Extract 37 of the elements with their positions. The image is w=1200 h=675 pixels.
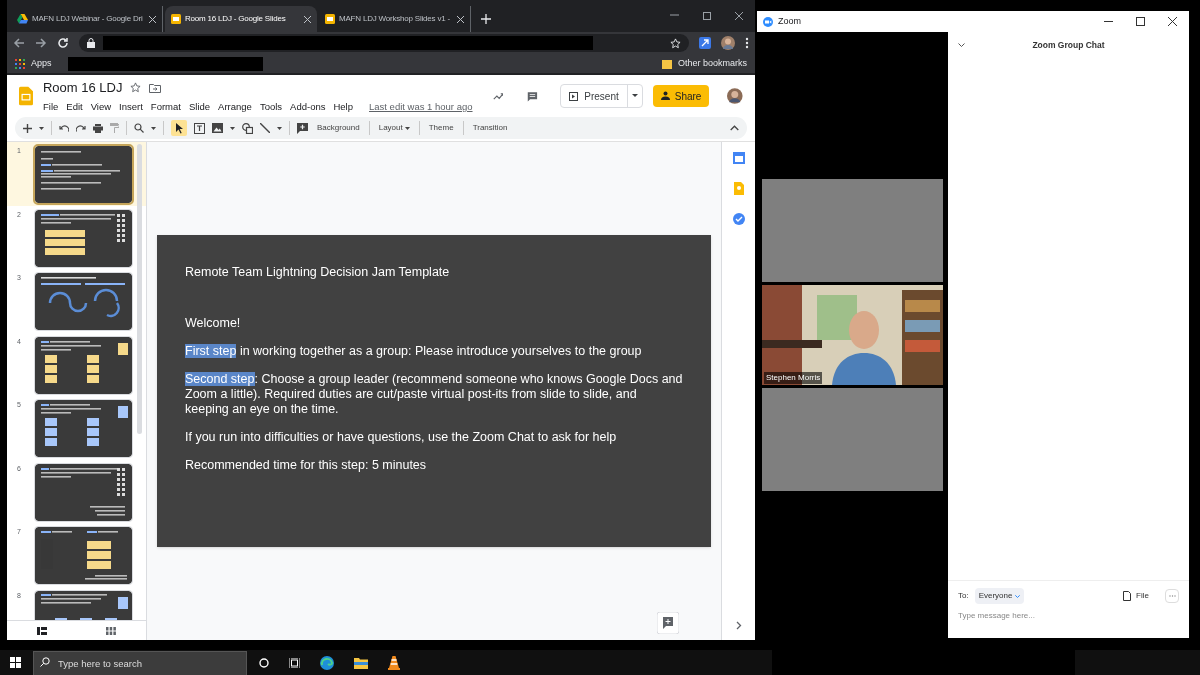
slide-paragraph: Recommended time for this step: 5 minutes: [185, 458, 428, 473]
other-bookmarks-link[interactable]: Other bookmarks: [677, 56, 747, 71]
recipient-dropdown[interactable]: Everyone: [974, 588, 1025, 604]
menu-item[interactable]: Slide: [188, 99, 211, 114]
slide-paragraph: Second step: Choose a group leader (recommend someone who knows Google Docs and Zoom a little). Required duties are cut/paste virtual post-its from slide to slide, and keeping an eye on the time.: [185, 372, 683, 417]
chat-title: Zoom Group Chat: [1031, 38, 1106, 52]
share-button[interactable]: Share: [652, 85, 710, 107]
tab-title: Room 16 LDJ - Google Slides: [185, 13, 287, 25]
menu-item[interactable]: Help: [333, 99, 353, 114]
menu-item[interactable]: Add-ons: [290, 99, 326, 114]
slide-title: Remote Team Lightning Decision Jam Template: [185, 265, 451, 280]
toolbar-button[interactable]: Layout: [376, 122, 412, 134]
menu-item[interactable]: Arrange: [218, 99, 252, 114]
menu-item[interactable]: View: [90, 99, 112, 114]
browser-tab[interactable]: Room 16 LDJ - Google Slides: [165, 6, 317, 32]
menu-item[interactable]: Edit: [66, 99, 83, 114]
slide-paragraph: Welcome!: [185, 316, 242, 331]
slide-paragraph: First step in working together as a group: Please introduce yourselves to the group: [185, 344, 643, 359]
toolbar-button[interactable]: Background: [315, 122, 362, 134]
taskbar-search-field[interactable]: Type here to search: [33, 651, 247, 675]
last-edit-link[interactable]: Last edit was 1 hour ago: [369, 99, 473, 114]
tab-title: MAFN LDJ Webinar - Google Dri: [32, 13, 144, 25]
menu-item[interactable]: Insert: [119, 99, 143, 114]
slide-paragraph: If you run into difficulties or have questions, use the Zoom Chat to ask for help: [185, 430, 618, 445]
participant-name: Stephen Morris: [764, 372, 823, 384]
file-button[interactable]: File: [1123, 590, 1149, 602]
menu-item[interactable]: Tools: [259, 99, 283, 114]
message-input[interactable]: Type message here...: [958, 610, 1179, 622]
toolbar-button[interactable]: Theme: [426, 122, 456, 134]
document-title[interactable]: Room 16 LDJ: [43, 78, 123, 98]
apps-bookmark[interactable]: Apps: [31, 56, 52, 71]
tab-title: MAFN LDJ Workshop Slides v1 -: [339, 13, 451, 25]
menu-item[interactable]: Format: [150, 99, 181, 114]
toolbar-button[interactable]: Transition: [470, 122, 510, 134]
to-label: To:: [958, 590, 969, 602]
menu-item[interactable]: File: [43, 99, 59, 114]
window-title: Zoom: [778, 14, 801, 28]
